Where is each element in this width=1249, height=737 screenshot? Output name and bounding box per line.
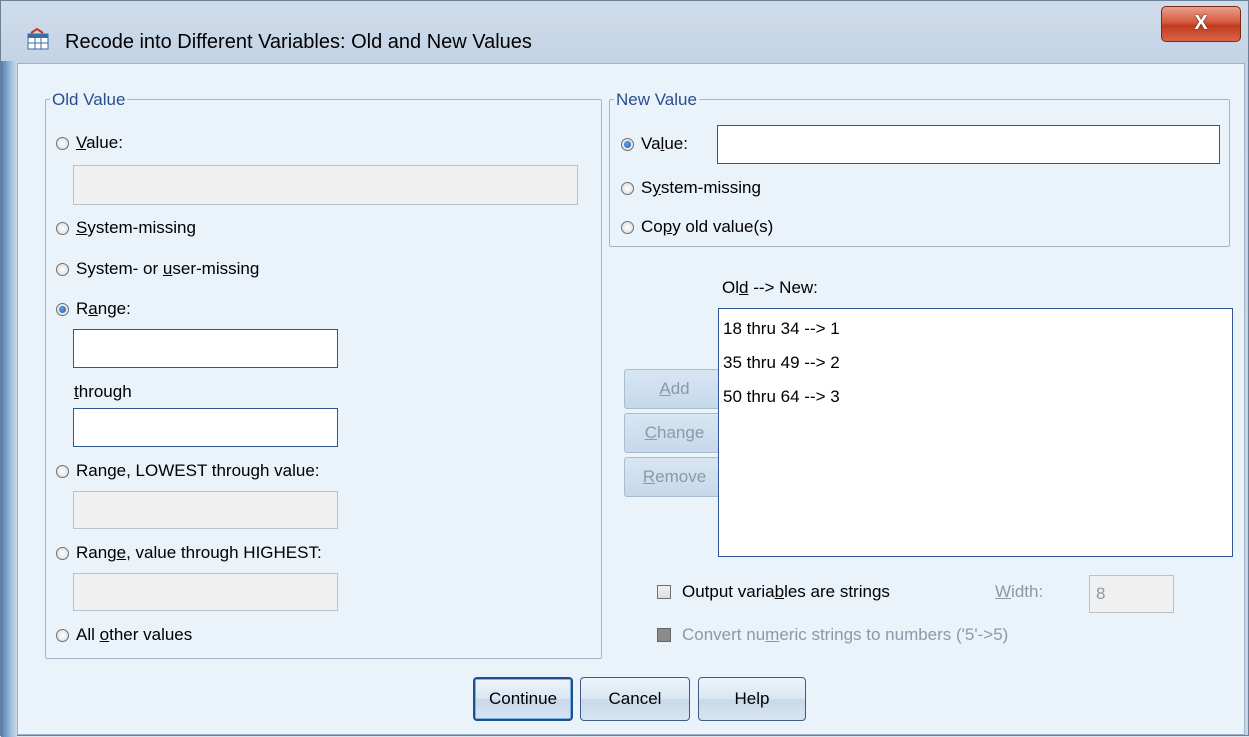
add-button[interactable]: Add (624, 369, 725, 409)
title-bar[interactable]: Recode into Different Variables: Old and… (1, 1, 1249, 63)
width-label: Width: (995, 582, 1044, 601)
radio-label: Range, LOWEST through value: (76, 461, 320, 480)
width-input[interactable] (1089, 575, 1174, 613)
radio-label: Value: (76, 133, 123, 152)
list-item[interactable]: 50 thru 64 --> 3 (719, 383, 1232, 417)
radio-button[interactable] (56, 221, 69, 235)
new-value-radio-system-missing[interactable]: System-missing (621, 178, 761, 198)
radio-button-selected[interactable] (56, 302, 69, 316)
radio-label: Range: (76, 299, 131, 318)
old-value-legend: Old Value (50, 90, 128, 110)
radio-label: System-missing (641, 178, 761, 197)
background-window-edge (1, 61, 17, 737)
help-button[interactable]: Help (698, 677, 806, 721)
window-title: Recode into Different Variables: Old and… (65, 31, 532, 53)
output-strings-checkbox[interactable]: Output variables are strings (657, 582, 890, 602)
new-value-radio-copy-old[interactable]: Copy old value(s) (621, 217, 773, 237)
recode-variables-icon (27, 28, 49, 50)
new-value-legend: New Value (614, 90, 699, 110)
checkbox-label: Convert numeric strings to numbers ('5'-… (682, 625, 1009, 644)
new-value-input[interactable] (717, 125, 1220, 164)
convert-numeric-checkbox[interactable]: Convert numeric strings to numbers ('5'-… (657, 625, 1008, 645)
checkbox-disabled[interactable] (657, 628, 671, 642)
old-new-mapping-list[interactable]: 18 thru 34 --> 1 35 thru 49 --> 2 50 thr… (718, 308, 1233, 557)
list-item[interactable]: 35 thru 49 --> 2 (719, 349, 1232, 383)
radio-label: Value: (641, 134, 688, 153)
through-highest-input[interactable] (73, 573, 338, 611)
radio-button-selected[interactable] (621, 137, 634, 151)
continue-button[interactable]: Continue (473, 677, 573, 721)
radio-label: System- or user-missing (76, 259, 260, 278)
radio-label: All other values (76, 625, 193, 644)
cancel-button[interactable]: Cancel (580, 677, 690, 721)
checkbox[interactable] (657, 585, 671, 599)
through-label: through (74, 382, 132, 401)
radio-button[interactable] (621, 220, 634, 234)
radio-button[interactable] (56, 262, 69, 276)
old-value-input[interactable] (73, 165, 578, 205)
radio-label: System-missing (76, 218, 196, 237)
new-value-radio-value[interactable]: Value: (621, 134, 688, 154)
old-new-list-label: Old --> New: (722, 278, 818, 297)
close-button[interactable]: X (1161, 6, 1241, 42)
old-value-radio-system-or-user-missing[interactable]: System- or user-missing (56, 259, 259, 279)
radio-button[interactable] (56, 546, 69, 560)
old-value-radio-value[interactable]: Value: (56, 133, 123, 153)
range-from-input[interactable] (73, 329, 338, 368)
old-value-radio-lowest-through[interactable]: Range, LOWEST through value: (56, 461, 320, 481)
radio-button[interactable] (56, 628, 69, 642)
old-value-radio-all-other[interactable]: All other values (56, 625, 192, 645)
old-value-radio-range[interactable]: Range: (56, 299, 131, 319)
old-value-radio-through-highest[interactable]: Range, value through HIGHEST: (56, 543, 322, 563)
radio-button[interactable] (621, 181, 634, 195)
range-to-input[interactable] (73, 408, 338, 447)
old-value-radio-system-missing[interactable]: System-missing (56, 218, 196, 238)
recode-dialog-window: Recode into Different Variables: Old and… (0, 0, 1249, 737)
radio-label: Copy old value(s) (641, 217, 774, 236)
remove-button[interactable]: Remove (624, 457, 725, 497)
dialog-client-area: Old Value Value: System-missing System- … (17, 63, 1245, 735)
radio-button[interactable] (56, 464, 69, 478)
change-button[interactable]: Change (624, 413, 725, 453)
checkbox-label: Output variables are strings (682, 582, 890, 601)
lowest-through-input[interactable] (73, 491, 338, 529)
radio-button[interactable] (56, 136, 69, 150)
radio-label: Range, value through HIGHEST: (76, 543, 322, 562)
list-item[interactable]: 18 thru 34 --> 1 (719, 315, 1232, 349)
